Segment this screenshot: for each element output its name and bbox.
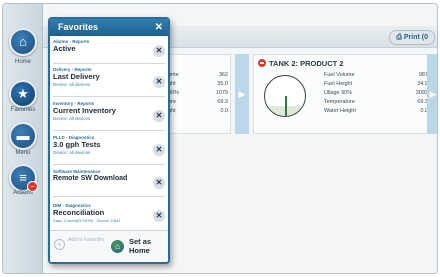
add-to-favorites-label: Add to Favorites	[68, 237, 105, 243]
print-button[interactable]: ⎙ Print (0	[389, 30, 435, 45]
add-icon: +	[54, 239, 65, 250]
actions-icon: ≡	[19, 170, 27, 185]
favorite-item-3gph-tests[interactable]: PLLD - Diagnostics 3.0 gph Tests Device:…	[53, 135, 165, 165]
favorite-subtitle: Device: all devices	[53, 116, 91, 121]
favorite-item-active[interactable]: Alarms - Reports Active ✕	[53, 39, 165, 64]
add-to-favorites-button[interactable]: + Add to Favorites	[54, 237, 106, 250]
chevron-right-icon: ▶	[238, 89, 246, 99]
sidebar-item-favorites-label: Favorites	[10, 107, 36, 113]
favorite-subtitle: Device: all devices	[53, 82, 91, 87]
tank-1-reading-row: 00% 1079	[168, 90, 228, 96]
home-icon: ⌂	[19, 34, 27, 49]
favorite-item-reconciliation[interactable]: DIM - Diagnostics Reconciliation Data: C…	[53, 203, 165, 233]
favorite-name: Reconciliation	[53, 208, 105, 217]
home-globe-icon: ⌂	[110, 239, 125, 254]
sidebar-item-menu-label: Menu	[15, 150, 31, 156]
remove-favorite-icon[interactable]: ✕	[153, 210, 165, 222]
tank-1-reading-row: ume 362	[168, 72, 228, 78]
remove-favorite-icon[interactable]: ✕	[153, 76, 165, 88]
app-screen: ⎙ Print (0 ⌂ Home ★ Favorites ▬ Menu ≡ −…	[2, 3, 438, 274]
remove-favorite-icon[interactable]: ✕	[153, 110, 165, 122]
favorites-popup: Favorites ✕ Alarms - Reports Active ✕ De…	[48, 17, 170, 264]
gauge-needle	[285, 96, 287, 116]
sidebar-item-actions-label: Actions	[13, 190, 33, 196]
tank-2-reading-row: Ullage 90% 3093	[324, 90, 428, 96]
alarm-icon	[258, 59, 266, 67]
favorite-name: Active	[53, 44, 76, 53]
favorite-item-last-delivery[interactable]: Delivery - Reports Last Delivery Device:…	[53, 67, 165, 97]
tank-gauge	[264, 75, 306, 117]
sidebar-item-home-label: Home	[14, 59, 31, 65]
favorite-name: 3.0 gph Tests	[53, 140, 101, 149]
favorite-item-current-inventory[interactable]: Inventory - Reports Current Inventory De…	[53, 101, 165, 131]
tank-2-reading-row: Fuel Height 34.9	[324, 81, 428, 87]
sidebar: ⌂ Home ★ Favorites ▬ Menu ≡ − Actions	[3, 4, 43, 273]
tank-2-reading-row: Temperature 69.3	[324, 99, 428, 105]
favorite-name: Remote SW Download	[53, 175, 128, 182]
tank-1-readings: ume 362 ght 35.0 00% 1079 ure 69.3 ght 0.0	[168, 71, 228, 116]
remove-favorite-icon[interactable]: ✕	[153, 177, 165, 189]
favorite-item-remote-sw-download[interactable]: Software Maintenance Remote SW Download …	[53, 169, 165, 197]
tank-1-reading-row: ght 35.0	[168, 81, 228, 87]
tank-2-panel[interactable]: TANK 2: PRODUCT 2 Fuel Volume 987 Fuel He…	[253, 54, 433, 134]
tank-1-reading-row: ght 0.0	[168, 108, 228, 114]
actions-button[interactable]: ≡ −	[9, 164, 38, 192]
remove-favorite-icon[interactable]: ✕	[153, 45, 165, 57]
favorite-subtitle: Data: Current(R:S539) · Device: DIM1	[53, 218, 121, 223]
menu-icon: ▬	[16, 128, 30, 143]
next-tank-arrow[interactable]: ▶	[235, 54, 249, 134]
favorite-name: Last Delivery	[53, 72, 100, 81]
tank-1-reading-row: ure 69.3	[168, 99, 228, 105]
favorites-footer: + Add to Favorites ⌂ Set as Home	[50, 230, 168, 262]
set-as-home-button[interactable]: ⌂ Set as Home	[110, 236, 168, 258]
set-as-home-label: Set as Home	[129, 237, 152, 255]
favorites-button[interactable]: ★	[9, 80, 37, 108]
tank-2-title: TANK 2: PRODUCT 2	[258, 59, 343, 68]
chevron-right-icon: ▶	[429, 89, 437, 99]
close-icon[interactable]: ✕	[155, 19, 163, 36]
tank-2-reading-row: Water Height 0.0	[324, 108, 428, 114]
home-button[interactable]: ⌂	[9, 28, 37, 56]
menu-button[interactable]: ▬	[9, 122, 37, 150]
favorites-header: Favorites ✕	[50, 19, 168, 36]
tank-2-reading-row: Fuel Volume 987	[324, 72, 428, 78]
next-tank-arrow[interactable]: ▶	[427, 54, 437, 134]
remove-favorite-icon[interactable]: ✕	[153, 144, 165, 156]
tank-2-readings: Fuel Volume 987 Fuel Height 34.9 Ullage 90…	[324, 71, 428, 116]
favorite-name: Current Inventory	[53, 106, 116, 115]
star-icon: ★	[17, 86, 29, 101]
tank-1-panel[interactable]: ume 362 ght 35.0 00% 1079 ure 69.3 ght 0.0	[163, 54, 231, 134]
favorites-title: Favorites	[58, 22, 99, 32]
favorite-subtitle: Device: all devices	[53, 150, 91, 155]
